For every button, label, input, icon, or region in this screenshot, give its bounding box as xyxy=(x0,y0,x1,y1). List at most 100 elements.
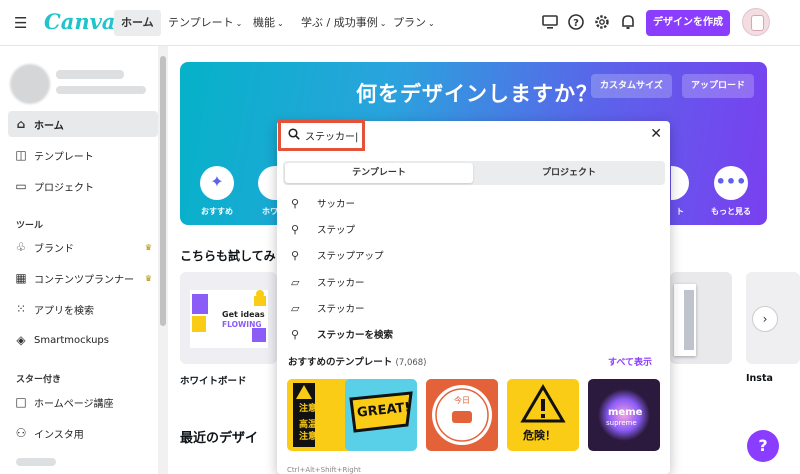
crown-icon: ♛ xyxy=(144,242,152,252)
recommended-templates-title: おすすめのテンプレート (7,068) xyxy=(288,354,427,368)
document-card[interactable] xyxy=(670,272,732,364)
starred-heading: スター付き xyxy=(16,375,62,385)
upload-button[interactable]: アップロード xyxy=(682,74,755,98)
suggestion-item[interactable]: ⚲ ステップアップ xyxy=(291,245,384,265)
people-icon: ⚇ xyxy=(15,426,27,440)
nav-plans-label: プラン xyxy=(393,16,426,29)
home-icon: ⌂ xyxy=(16,117,26,131)
sidebar-scrollbar-thumb[interactable] xyxy=(160,56,166,326)
suggestion-text: サッカー xyxy=(317,199,356,210)
nav-features-label: 機能 xyxy=(253,16,275,29)
thumb-text: meme xyxy=(608,407,643,418)
nav-features[interactable]: 機能 ⌄ xyxy=(253,10,284,36)
calendar-icon: ▦ xyxy=(15,271,27,285)
suggestion-item[interactable]: ⚲ ステップ xyxy=(291,219,355,239)
menu-icon[interactable]: ☰ xyxy=(14,14,28,32)
profile-name-blurred xyxy=(56,70,124,79)
category-label-whiteboard: ホワ xyxy=(262,207,278,216)
search-icon: ⚲ xyxy=(291,222,300,236)
thumb-text: 危険！ xyxy=(523,429,556,442)
nav-templates-label: テンプレート xyxy=(168,16,234,29)
search-icon: ⚲ xyxy=(291,327,300,341)
keyboard-hint: Ctrl+Alt+Shift+Right xyxy=(287,466,361,474)
chevron-down-icon: ⌄ xyxy=(277,19,284,28)
doc-thumb-image xyxy=(684,290,694,350)
desktop-icon[interactable] xyxy=(540,12,560,32)
sidebar-item-starred-homepage[interactable]: □ ホームページ講座 xyxy=(8,389,158,415)
suggestion-text: ステップ xyxy=(317,225,356,236)
sidebar-item-label: プロジェクト xyxy=(34,182,94,194)
smartmockups-icon: ◈ xyxy=(16,333,26,347)
suggestion-item[interactable]: ▱ ステッカー xyxy=(291,298,365,318)
apps-grid-icon: ⁙ xyxy=(15,302,27,316)
create-design-button[interactable]: デザインを作成 xyxy=(646,10,730,36)
search-icon: ⚲ xyxy=(291,196,300,210)
sidebar-item-label: アプリを検索 xyxy=(34,305,94,317)
svg-text:?: ? xyxy=(573,18,579,29)
sidebar: ⌂ ホーム ◫ テンプレート ▭ プロジェクト ツール ♧ ブランド ♛ ▦ コ… xyxy=(0,46,168,474)
sidebar-item-label: ホームページ講座 xyxy=(34,398,114,410)
chevron-down-icon: ⌄ xyxy=(379,19,387,28)
help-button[interactable]: ? xyxy=(747,430,779,462)
bell-icon[interactable] xyxy=(618,12,638,32)
close-icon[interactable]: ✕ xyxy=(650,126,662,142)
search-highlight-box xyxy=(278,120,365,151)
nav-plans[interactable]: プラン ⌄ xyxy=(393,10,435,36)
sidebar-item-smartmockups[interactable]: ◈ Smartmockups xyxy=(8,327,158,353)
sidebar-item-brand[interactable]: ♧ ブランド ♛ xyxy=(8,234,158,260)
gear-icon[interactable] xyxy=(592,12,612,32)
help-circle-icon[interactable]: ? xyxy=(566,12,586,32)
top-bar: ☰ Canva ホーム テンプレート ⌄ 機能 ⌄ 学ぶ / 成功事例 ⌄ プラン ⌄ … xyxy=(0,0,800,46)
category-label-partial: ト xyxy=(676,207,684,216)
nav-learn[interactable]: 学ぶ / 成功事例 ⌄ xyxy=(301,10,386,36)
sidebar-item-home[interactable]: ⌂ ホーム xyxy=(8,111,158,137)
search-bar[interactable]: ステッカー| ✕ xyxy=(277,120,670,151)
thumb-text: 注意 xyxy=(299,404,318,414)
canva-logo[interactable]: Canva xyxy=(44,9,115,34)
suggestion-search-all[interactable]: ⚲ ステッカーを検索 xyxy=(291,324,393,344)
suggestion-item[interactable]: ▱ ステッカー xyxy=(291,272,365,292)
template-icon: ◫ xyxy=(15,148,27,162)
sidebar-item-content-planner[interactable]: ▦ コンテンツプランナー ♛ xyxy=(8,265,158,291)
sidebar-item-projects[interactable]: ▭ プロジェクト xyxy=(8,173,158,199)
sidebar-item-templates[interactable]: ◫ テンプレート xyxy=(8,142,158,168)
sidebar-item-starred-insta[interactable]: ⚇ インスタ用 xyxy=(8,420,158,446)
thumb-text: 今日 xyxy=(454,396,470,405)
custom-size-button[interactable]: カスタムサイズ xyxy=(591,74,672,98)
profile-sub-blurred xyxy=(56,86,146,94)
recommended-count: (7,068) xyxy=(395,358,427,368)
sidebar-item-apps[interactable]: ⁙ アプリを検索 xyxy=(8,296,158,322)
tab-projects[interactable]: プロジェクト xyxy=(475,163,663,183)
more-dots-icon[interactable]: ••• xyxy=(714,166,748,200)
template-thumbnail[interactable]: 今日 xyxy=(426,379,498,451)
suggestion-text: ステップアップ xyxy=(317,251,384,262)
show-all-link[interactable]: すべて表示 xyxy=(608,355,652,368)
template-thumbnail[interactable]: meme supreme xyxy=(588,379,660,451)
carousel-next-button[interactable]: › xyxy=(752,306,778,332)
try-section-title: こちらも試してみ xyxy=(180,249,276,263)
template-thumbnail[interactable]: GREAT! xyxy=(345,379,417,451)
sidebar-item-label: ホーム xyxy=(34,120,64,132)
whiteboard-card-text2: FLOWING xyxy=(222,320,262,329)
tab-templates[interactable]: テンプレート xyxy=(285,163,473,183)
crown-icon: ♛ xyxy=(144,273,152,283)
nav-home[interactable]: ホーム xyxy=(114,10,161,36)
tools-heading: ツール xyxy=(16,221,44,231)
nav-templates[interactable]: テンプレート ⌄ xyxy=(168,10,242,36)
sidebar-item-label: ブランド xyxy=(34,243,74,255)
insta-label: Insta xyxy=(746,373,773,384)
suggestion-item[interactable]: ⚲ サッカー xyxy=(291,193,355,213)
recommended-category-icon[interactable]: ✦ xyxy=(200,166,234,200)
template-thumbnail[interactable]: 危険！ xyxy=(507,379,579,451)
folder-icon: ▱ xyxy=(291,301,300,315)
recent-designs-title: 最近のデザイ xyxy=(180,431,259,446)
whiteboard-card[interactable]: Get ideas FLOWING xyxy=(180,272,277,364)
sidebar-item-label: Smartmockups xyxy=(34,334,109,346)
avatar[interactable] xyxy=(742,8,770,36)
profile-avatar[interactable] xyxy=(10,64,50,104)
search-tabs: テンプレート プロジェクト xyxy=(283,161,665,185)
nav-learn-label: 学ぶ / 成功事例 xyxy=(301,16,378,29)
whiteboard-card-text: Get ideas xyxy=(222,310,265,319)
whiteboard-label: ホワイトボード xyxy=(180,376,247,387)
suggestion-text: ステッカー xyxy=(317,278,365,289)
